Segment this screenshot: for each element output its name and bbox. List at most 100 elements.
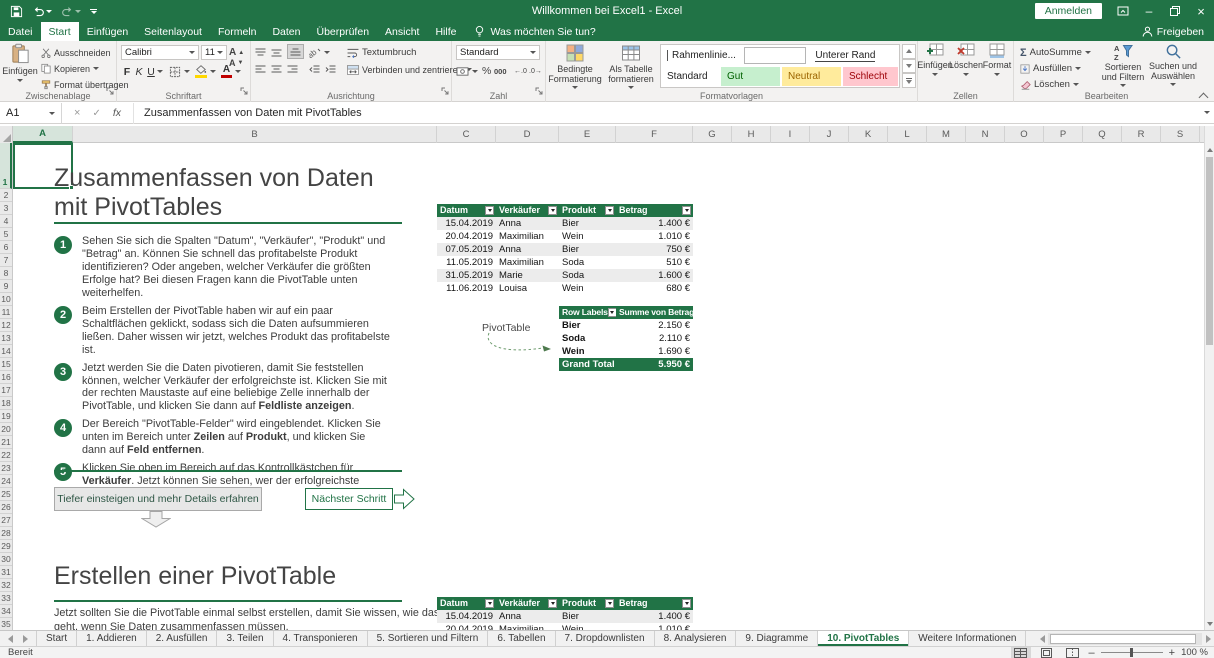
align-left-button[interactable] — [255, 62, 266, 77]
horizontal-scroll-track[interactable] — [1048, 633, 1202, 645]
view-normal-button[interactable] — [1011, 647, 1031, 658]
enter-button[interactable]: ✓ — [92, 108, 100, 119]
row-header-1[interactable]: 1 — [0, 143, 12, 189]
clipboard-dialog-launcher[interactable] — [106, 82, 114, 100]
font-color-button[interactable]: A — [221, 64, 241, 79]
zoom-in-button[interactable]: + — [1169, 647, 1175, 658]
accounting-format-button[interactable] — [456, 64, 478, 79]
row-header-7[interactable]: 7 — [0, 254, 12, 267]
row-header-33[interactable]: 33 — [0, 592, 12, 605]
fill-button[interactable]: Ausfüllen — [1020, 61, 1081, 76]
format-cells-button[interactable]: Format — [982, 43, 1012, 89]
filter-icon[interactable] — [682, 206, 691, 215]
sheet-tab-2-ausf-llen[interactable]: 2. Ausfüllen — [147, 631, 218, 646]
view-page-layout-button[interactable] — [1037, 647, 1057, 658]
worksheet[interactable]: Zusammenfassen von Daten mit PivotTables… — [13, 143, 1200, 630]
underline-button[interactable]: U — [145, 66, 157, 78]
row-header-20[interactable]: 20 — [0, 423, 12, 436]
paste-button[interactable]: Einfügen — [2, 43, 38, 89]
row-header-28[interactable]: 28 — [0, 527, 12, 540]
column-header-S[interactable]: S — [1161, 126, 1200, 143]
sheet-tab-7-dropdownlisten[interactable]: 7. Dropdownlisten — [556, 631, 655, 646]
alignment-dialog-launcher[interactable] — [441, 82, 449, 100]
column-header-M[interactable]: M — [927, 126, 966, 143]
styles-scroll-down-button[interactable] — [902, 59, 916, 74]
row-header-2[interactable]: 2 — [0, 189, 12, 202]
view-page-break-button[interactable] — [1063, 647, 1083, 658]
number-dialog-launcher[interactable] — [535, 82, 543, 100]
row-header-22[interactable]: 22 — [0, 449, 12, 462]
row-header-15[interactable]: 15 — [0, 358, 12, 371]
column-header-H[interactable]: H — [732, 126, 771, 143]
column-header-F[interactable]: F — [616, 126, 693, 143]
font-size-select[interactable]: 11 — [201, 45, 227, 60]
align-middle-button[interactable] — [271, 45, 282, 60]
align-bottom-button[interactable] — [287, 44, 304, 59]
increase-decimal-button[interactable]: ←.0 — [514, 64, 527, 79]
column-header-Q[interactable]: Q — [1083, 126, 1122, 143]
column-header-I[interactable]: I — [771, 126, 810, 143]
name-box[interactable]: A1 — [0, 103, 62, 124]
scroll-up-button[interactable] — [1205, 143, 1214, 156]
horizontal-scrollbar[interactable] — [1036, 632, 1214, 646]
row-header-11[interactable]: 11 — [0, 306, 12, 319]
cell-style-schlecht[interactable]: Schlecht — [843, 67, 898, 86]
restore-button[interactable] — [1162, 0, 1188, 22]
select-all-corner[interactable] — [0, 126, 13, 143]
scroll-down-button[interactable] — [1205, 617, 1214, 630]
row-header-18[interactable]: 18 — [0, 397, 12, 410]
row-header-9[interactable]: 9 — [0, 280, 12, 293]
row-header-17[interactable]: 17 — [0, 384, 12, 397]
align-center-button[interactable] — [271, 62, 282, 77]
scroll-left-button[interactable] — [1036, 632, 1048, 646]
row-header-6[interactable]: 6 — [0, 241, 12, 254]
copy-button[interactable]: Kopieren — [41, 61, 99, 76]
column-header-O[interactable]: O — [1005, 126, 1044, 143]
redo-button[interactable] — [61, 5, 81, 17]
filter-icon[interactable] — [605, 206, 614, 215]
cancel-button[interactable]: × — [74, 107, 80, 119]
column-header-G[interactable]: G — [693, 126, 732, 143]
row-header-8[interactable]: 8 — [0, 267, 12, 280]
align-right-button[interactable] — [287, 62, 298, 77]
decrease-decimal-button[interactable]: .0→ — [529, 64, 542, 79]
row-header-5[interactable]: 5 — [0, 228, 12, 241]
decrease-indent-button[interactable] — [309, 62, 320, 77]
format-painter-button[interactable]: Format übertragen — [41, 77, 129, 92]
row-header-16[interactable]: 16 — [0, 371, 12, 384]
row-header-29[interactable]: 29 — [0, 540, 12, 553]
column-header-J[interactable]: J — [810, 126, 849, 143]
minimize-button[interactable]: – — [1136, 0, 1162, 22]
filter-icon[interactable] — [548, 599, 557, 608]
column-header-N[interactable]: N — [966, 126, 1005, 143]
sheet-tab-5-sortieren-und-filtern[interactable]: 5. Sortieren und Filtern — [368, 631, 489, 646]
sheet-tab-3-teilen[interactable]: 3. Teilen — [217, 631, 273, 646]
sheet-tab-6-tabellen[interactable]: 6. Tabellen — [488, 631, 555, 646]
zoom-slider[interactable] — [1101, 652, 1163, 653]
cut-button[interactable]: Ausschneiden — [41, 45, 111, 60]
fill-color-button[interactable] — [195, 64, 216, 79]
row-header-10[interactable]: 10 — [0, 293, 12, 306]
sheet-tab-8-analysieren[interactable]: 8. Analysieren — [655, 631, 737, 646]
filter-icon[interactable] — [605, 599, 614, 608]
styles-scroll-up-button[interactable] — [902, 44, 916, 59]
borders-button[interactable] — [169, 64, 190, 79]
cell-style-gut[interactable]: Gut — [721, 67, 780, 86]
row-header-26[interactable]: 26 — [0, 501, 12, 514]
zoom-slider-thumb[interactable] — [1130, 648, 1133, 657]
column-header-P[interactable]: P — [1044, 126, 1083, 143]
autosum-button[interactable]: Σ AutoSumme — [1020, 45, 1091, 60]
undo-button[interactable] — [32, 5, 52, 17]
find-select-button[interactable]: Suchen und Auswählen — [1148, 43, 1198, 89]
row-header-30[interactable]: 30 — [0, 553, 12, 566]
format-as-table-button[interactable]: Als Tabelle formatieren — [604, 43, 658, 89]
sort-filter-button[interactable]: AZ Sortieren und Filtern — [1098, 43, 1148, 89]
row-header-14[interactable]: 14 — [0, 345, 12, 358]
sheet-tab-weitere-informationen[interactable]: Weitere Informationen — [909, 631, 1026, 646]
comma-style-button[interactable]: 000 — [494, 64, 507, 79]
insert-function-button[interactable]: fx — [113, 107, 121, 119]
sheet-nav-right[interactable] — [23, 635, 28, 643]
column-header-C[interactable]: C — [437, 126, 496, 143]
ribbon-tab-daten[interactable]: Daten — [264, 22, 308, 41]
ribbon-tab-datei[interactable]: Datei — [0, 22, 41, 41]
